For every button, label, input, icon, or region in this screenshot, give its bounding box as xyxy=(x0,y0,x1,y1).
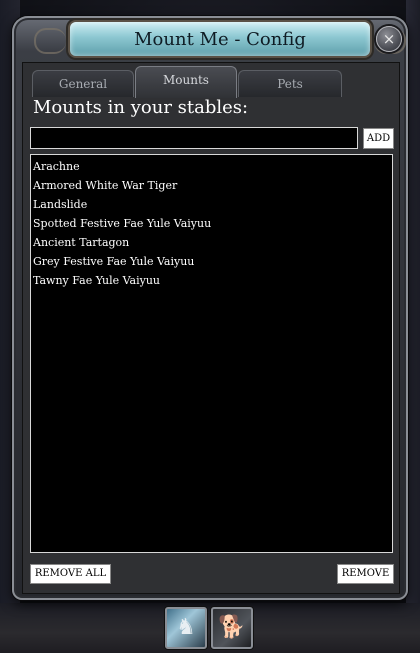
tab-bar: General Pets Mounts xyxy=(30,66,350,98)
mount-name-input[interactable] xyxy=(30,127,358,149)
close-button[interactable]: × xyxy=(376,26,402,52)
list-item[interactable]: Armored White War Tiger xyxy=(31,176,392,195)
tab-general[interactable]: General xyxy=(32,70,134,97)
list-item[interactable]: Arachne xyxy=(31,157,392,176)
list-item[interactable]: Landslide xyxy=(31,195,392,214)
remove-all-button[interactable]: REMOVE ALL xyxy=(30,564,111,584)
list-item[interactable]: Spotted Festive Fae Yule Vaiyuu xyxy=(31,214,392,233)
remove-button[interactable]: REMOVE xyxy=(337,564,394,584)
game-world-background-right xyxy=(406,0,420,653)
pet-dog-icon: 🐕 xyxy=(218,615,246,640)
hotbar-slot-pet[interactable]: 🐕 xyxy=(211,607,253,649)
add-button[interactable]: ADD xyxy=(363,128,394,149)
mount-armor-icon: ♞ xyxy=(176,615,196,640)
list-item[interactable]: Ancient Tartagon xyxy=(31,233,392,252)
tab-mounts[interactable]: Mounts xyxy=(135,66,237,98)
action-hotbar: ♞ 🐕 xyxy=(163,607,253,649)
list-item[interactable]: Tawny Fae Yule Vaiyuu xyxy=(31,271,392,290)
window-title: Mount Me - Config xyxy=(134,29,306,50)
close-icon: × xyxy=(382,30,396,48)
list-item[interactable]: Grey Festive Fae Yule Vaiyuu xyxy=(31,252,392,271)
mount-list[interactable]: Arachne Armored White War Tiger Landslid… xyxy=(30,154,393,553)
hotbar-slot-mount[interactable]: ♞ xyxy=(165,607,207,649)
tab-pets[interactable]: Pets xyxy=(238,70,342,97)
title-bar[interactable]: Mount Me - Config xyxy=(34,22,406,56)
mounts-heading: Mounts in your stables: xyxy=(33,97,249,118)
